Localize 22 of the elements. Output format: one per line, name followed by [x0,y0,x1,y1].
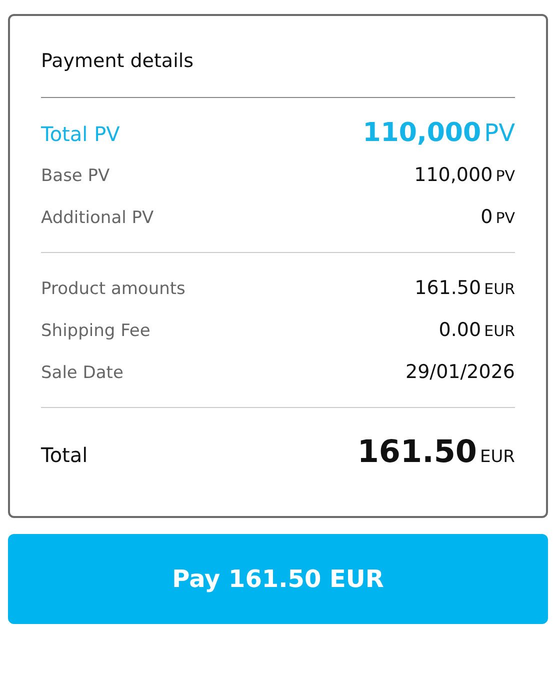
row-unit: EUR [484,321,515,342]
row-value: 161.50 [414,276,482,301]
row-value: 110,000 [362,117,482,150]
row-label: Additional PV [41,207,154,230]
row-label: Sale Date [41,362,124,385]
row-value: 161.50 [357,433,477,472]
card-title: Payment details [41,50,515,98]
row-unit: PV [496,208,515,229]
row-label: Product amounts [41,278,186,301]
row-unit: EUR [484,279,515,300]
row-value: 0.00 [438,318,482,343]
row-label: Shipping Fee [41,320,150,343]
row-label: Total [41,442,88,469]
row-value: 29/01/2026 [405,360,515,385]
row-unit: PV [496,166,515,187]
row-value: 0 [480,205,493,230]
row-label: Base PV [41,165,110,188]
row-label: Total PV [41,121,120,148]
row-unit: PV [484,118,515,149]
pay-button[interactable]: Pay 161.50 EUR [8,534,548,624]
row-unit: EUR [480,446,515,469]
row-value: 110,000 [414,163,493,188]
